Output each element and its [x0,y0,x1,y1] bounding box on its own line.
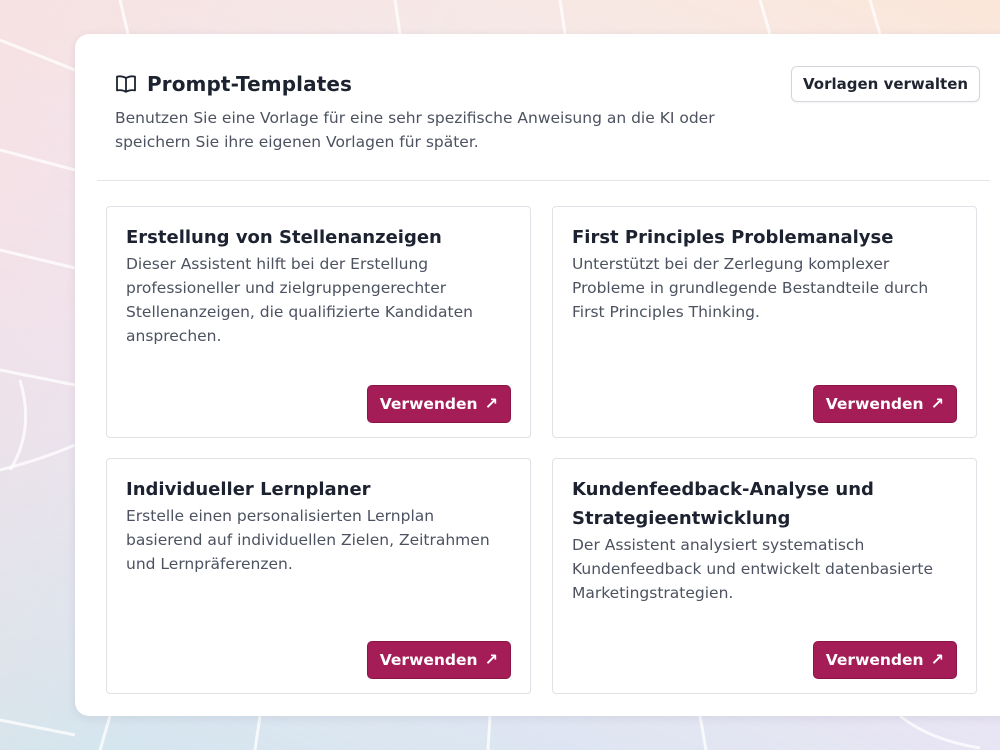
use-button-label: Verwenden [825,395,924,413]
template-description: Der Assistent analysiert systematisch Ku… [572,536,934,602]
use-button-label: Verwenden [825,651,924,669]
book-open-icon [115,74,137,94]
template-title: Erstellung von Stellenanzeigen [126,227,442,248]
use-template-button[interactable]: Verwenden ↗ [812,641,957,679]
template-title: Individueller Lernplaner [126,479,371,500]
template-card: Individueller Lernplaner Erstelle einen … [106,458,531,694]
template-title: First Principles Problemanalyse [572,227,894,248]
arrow-up-right-icon: ↗ [484,394,498,413]
use-template-button[interactable]: Verwenden ↗ [812,385,957,423]
panel-header: Prompt-Templates Benutzen Sie eine Vorla… [115,70,755,154]
header-divider [97,180,990,181]
template-card: First Principles Problemanalyse Unterstü… [552,206,977,438]
arrow-up-right-icon: ↗ [930,650,944,669]
template-description: Dieser Assistent hilft bei der Erstellun… [126,255,473,345]
arrow-up-right-icon: ↗ [484,650,498,669]
use-button-label: Verwenden [379,395,478,413]
template-title: Kundenfeedback-Analyse und Strategieentw… [572,479,874,529]
template-description: Erstelle einen personalisierten Lernplan… [126,507,490,573]
page-subtitle: Benutzen Sie eine Vorlage für eine sehr … [115,109,715,151]
title-row: Prompt-Templates [115,70,755,98]
template-card: Kundenfeedback-Analyse und Strategieentw… [552,458,977,694]
use-template-button[interactable]: Verwenden ↗ [366,385,511,423]
prompt-templates-panel: Prompt-Templates Benutzen Sie eine Vorla… [75,34,1000,716]
template-card: Erstellung von Stellenanzeigen Dieser As… [106,206,531,438]
use-template-button[interactable]: Verwenden ↗ [366,641,511,679]
manage-templates-button[interactable]: Vorlagen verwalten [791,66,981,102]
arrow-up-right-icon: ↗ [930,394,944,413]
template-description: Unterstützt bei der Zerlegung komplexer … [572,255,929,321]
page-title: Prompt-Templates [147,72,353,96]
use-button-label: Verwenden [379,651,478,669]
